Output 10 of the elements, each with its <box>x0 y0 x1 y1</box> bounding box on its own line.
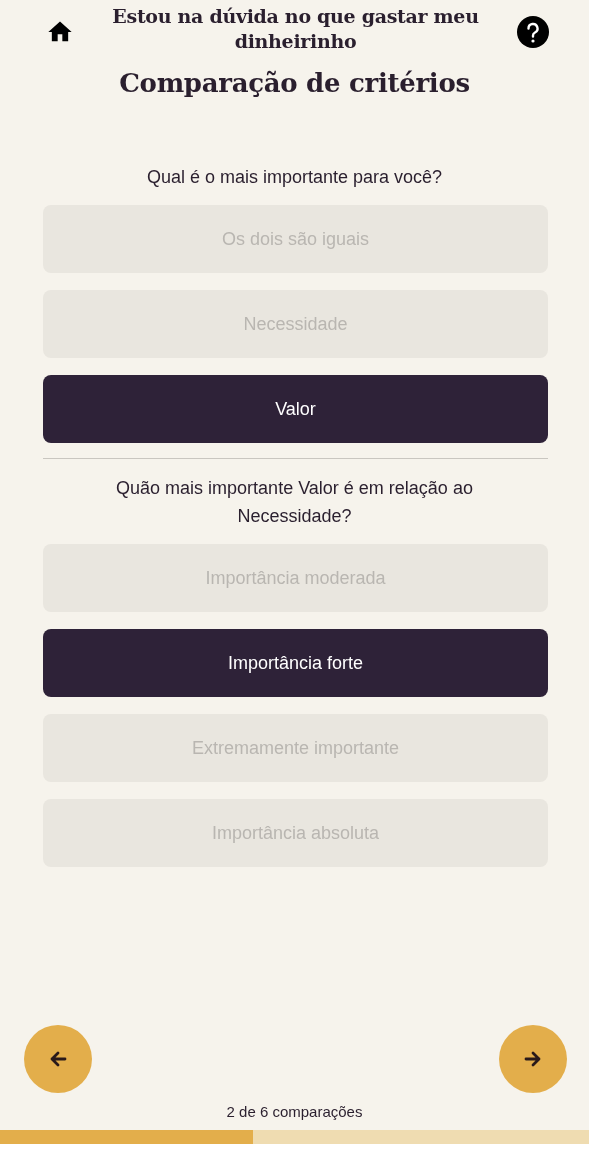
question-text: Quão mais importante Valor é em relação ao Necessidade? <box>115 477 474 528</box>
help-icon[interactable] <box>517 16 549 48</box>
app-title: Estou na dúvida no que gastar meu dinheirinho <box>111 4 480 54</box>
option-button[interactable]: Importância forte <box>43 629 548 697</box>
arrow-left-icon <box>48 1049 68 1069</box>
arrow-right-icon <box>523 1049 543 1069</box>
progress-counter: 2 de 6 comparações <box>225 1103 364 1120</box>
question-text: Qual é o mais importante para você? <box>145 166 444 189</box>
option-button[interactable]: Valor <box>43 375 548 443</box>
page-title: Comparação de critérios <box>118 68 471 98</box>
